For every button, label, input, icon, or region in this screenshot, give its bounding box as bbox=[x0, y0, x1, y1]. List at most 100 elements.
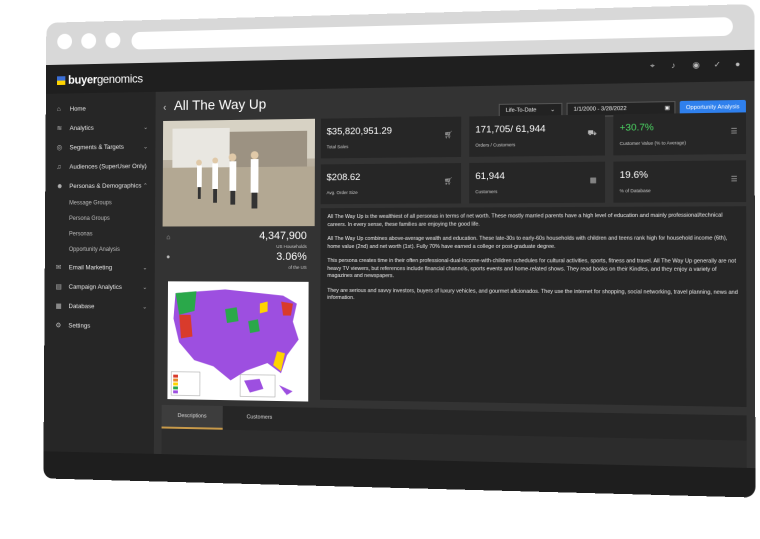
check-icon[interactable]: ✓ bbox=[714, 60, 723, 69]
brand-logo[interactable]: buyergenomics bbox=[56, 71, 143, 87]
metric-label: Customers bbox=[475, 189, 498, 195]
sidebar-item-segments[interactable]: ◎ Segments & Targets ⌄ bbox=[45, 137, 155, 158]
metric-card-percent-database: 19.6% % of Database ☰ bbox=[613, 160, 747, 203]
sidebar-item-campaign-analytics[interactable]: ▤ Campaign Analytics ⌄ bbox=[45, 277, 155, 297]
info-icon: ● bbox=[166, 253, 171, 261]
sidebar-item-label: Segments & Targets bbox=[69, 143, 124, 151]
us-index-map bbox=[167, 281, 309, 402]
metric-label: Orders / Customers bbox=[475, 142, 516, 148]
metric-label: Avg. Order Size bbox=[326, 190, 358, 196]
sidebar-item-label: Campaign Analytics bbox=[68, 283, 122, 291]
sidebar-item-label: Database bbox=[68, 302, 95, 310]
flag-icon bbox=[56, 76, 66, 86]
grid-icon: ▦ bbox=[589, 177, 597, 185]
chevron-down-icon: ⌄ bbox=[143, 163, 148, 170]
database-icon: ▦ bbox=[55, 303, 62, 310]
persona-description: All The Way Up is the wealthiest of all … bbox=[320, 206, 747, 408]
metric-card-avg-order-size: $208.62 Avg. Order Size 🛒︎ bbox=[320, 163, 462, 205]
sidebar-item-analytics[interactable]: ≋ Analytics ⌄ bbox=[46, 117, 156, 138]
sidebar-item-label: Home bbox=[69, 105, 86, 113]
metric-card-customers: 61,944 Customers ▦ bbox=[469, 161, 606, 204]
tab-customers[interactable]: Customers bbox=[228, 406, 290, 429]
browser-window: buyergenomics ⌖ ♪ ◉ ✓ ● ⌂ Home ≋ Analytics… bbox=[43, 4, 756, 498]
sidebar-subitem-opportunity-analysis[interactable]: Opportunity Analysis bbox=[45, 242, 155, 258]
cart-icon: 🛒︎ bbox=[444, 131, 454, 140]
sidebar-subitem-message-groups[interactable]: Message Groups bbox=[45, 195, 155, 211]
music-icon: ♫ bbox=[56, 163, 62, 171]
description-paragraph: They are serious and savvy investors, bu… bbox=[327, 287, 738, 302]
sidebar-item-label: Personas & Demographics bbox=[69, 182, 142, 190]
us-map-illustration bbox=[167, 289, 299, 401]
metric-value: $208.62 bbox=[326, 171, 361, 184]
back-arrow-icon[interactable]: ‹ bbox=[163, 102, 166, 113]
target-icon: ◎ bbox=[56, 144, 63, 152]
metric-value: 19.6% bbox=[619, 169, 648, 182]
window-dot-maximize[interactable] bbox=[105, 32, 121, 49]
top-icons: ⌖ ♪ ◉ ✓ ● bbox=[650, 59, 744, 70]
sidebar-item-label: Email Marketing bbox=[68, 264, 113, 271]
main-content: ‹ All The Way Up Life-To-Date ⌄ 1/1/2000 -… bbox=[153, 81, 756, 469]
share-label: of the US bbox=[288, 264, 307, 270]
brand-name-part2: genomics bbox=[96, 71, 143, 87]
list-icon: ☰ bbox=[730, 128, 738, 136]
metric-value: $35,820,951.29 bbox=[326, 125, 393, 138]
home-icon: ⌂ bbox=[56, 105, 61, 113]
address-bar[interactable] bbox=[131, 17, 733, 50]
cart-icon: 🛒︎ bbox=[444, 178, 454, 186]
metric-label: % of Database bbox=[619, 188, 651, 194]
sidebar-subitem-personas[interactable]: Personas bbox=[45, 227, 155, 243]
sidebar-item-home[interactable]: ⌂ Home bbox=[46, 98, 156, 119]
mail-icon: ✉ bbox=[55, 264, 62, 272]
sidebar-item-email-marketing[interactable]: ✉ Email Marketing ⌄ bbox=[45, 258, 155, 278]
sidebar-item-database[interactable]: ▦ Database ⌄ bbox=[44, 296, 154, 316]
chevron-down-icon: ⌄ bbox=[142, 284, 148, 291]
metric-card-orders-customers: 171,705/ 61,944 Orders / Customers ⛟ bbox=[469, 114, 606, 157]
metric-card-total-sales: $35,820,951.29 Total Sales 🛒︎ bbox=[320, 116, 462, 159]
sidebar: ⌂ Home ≋ Analytics ⌄ ◎ Segments & Targets ⌄ ♫… bbox=[43, 91, 156, 454]
list-icon: ☰ bbox=[730, 176, 738, 184]
user-icon[interactable]: ● bbox=[735, 59, 744, 68]
sidebar-item-label: Audiences (SuperUser Only) bbox=[69, 162, 147, 171]
home-icon: ⌂ bbox=[166, 234, 171, 242]
households-value: 4,347,900 bbox=[259, 230, 307, 243]
truck-icon: ⛟ bbox=[587, 129, 597, 138]
persona-stats: ⌂ 4,347,900 US Households ● 3.06% of the… bbox=[162, 230, 314, 280]
app: buyergenomics ⌖ ♪ ◉ ✓ ● ⌂ Home ≋ Analytics… bbox=[43, 49, 756, 469]
mic-icon[interactable]: ♪ bbox=[671, 61, 679, 70]
metric-label: Customer Value (% to Average) bbox=[619, 140, 686, 147]
tab-descriptions[interactable]: Descriptions bbox=[161, 404, 223, 430]
metric-value: +30.7% bbox=[619, 121, 654, 134]
page-title-row: ‹ All The Way Up bbox=[163, 96, 266, 113]
brand-name-part1: buyer bbox=[68, 72, 98, 87]
description-paragraph: This persona creates time in their often… bbox=[327, 257, 736, 280]
sidebar-item-audiences[interactable]: ♫ Audiences (SuperUser Only) ⌄ bbox=[45, 156, 155, 176]
range-select-value: Life-To-Date bbox=[505, 107, 537, 114]
sidebar-item-personas[interactable]: ☻ Personas & Demographics ⌃ bbox=[45, 176, 155, 196]
window-dot-minimize[interactable] bbox=[81, 33, 97, 49]
chevron-down-icon: ⌄ bbox=[143, 124, 149, 131]
sidebar-item-settings[interactable]: ⚙ Settings bbox=[44, 316, 154, 336]
family-photo-illustration bbox=[162, 118, 316, 227]
gear-icon: ⚙ bbox=[55, 322, 62, 330]
chevron-up-icon: ⌃ bbox=[142, 183, 148, 189]
chevron-down-icon: ⌄ bbox=[142, 265, 148, 271]
description-paragraph: All The Way Up combines above-average we… bbox=[327, 235, 728, 250]
households-label: US Households bbox=[276, 244, 307, 249]
share-value: 3.06% bbox=[276, 250, 307, 263]
sidebar-subitem-persona-groups[interactable]: Persona Groups bbox=[45, 211, 155, 227]
chevron-down-icon: ⌄ bbox=[142, 304, 148, 311]
pin-icon[interactable]: ⌖ bbox=[650, 61, 658, 70]
metric-value: 171,705/ 61,944 bbox=[475, 123, 546, 136]
description-paragraph: All The Way Up is the wealthiest of all … bbox=[327, 212, 723, 228]
sidebar-item-label: Settings bbox=[68, 322, 91, 330]
globe-icon[interactable]: ◉ bbox=[692, 60, 701, 69]
chevron-down-icon: ⌄ bbox=[143, 144, 148, 151]
date-range-value: 1/1/2000 - 3/28/2022 bbox=[573, 105, 627, 113]
chart-icon: ≋ bbox=[56, 125, 63, 133]
page-title: All The Way Up bbox=[173, 95, 267, 114]
window-dot-close[interactable] bbox=[57, 33, 73, 50]
persona-photo bbox=[162, 118, 316, 227]
users-icon: ☻ bbox=[56, 182, 64, 190]
sidebar-item-label: Analytics bbox=[69, 124, 94, 132]
campaign-icon: ▤ bbox=[55, 283, 62, 291]
